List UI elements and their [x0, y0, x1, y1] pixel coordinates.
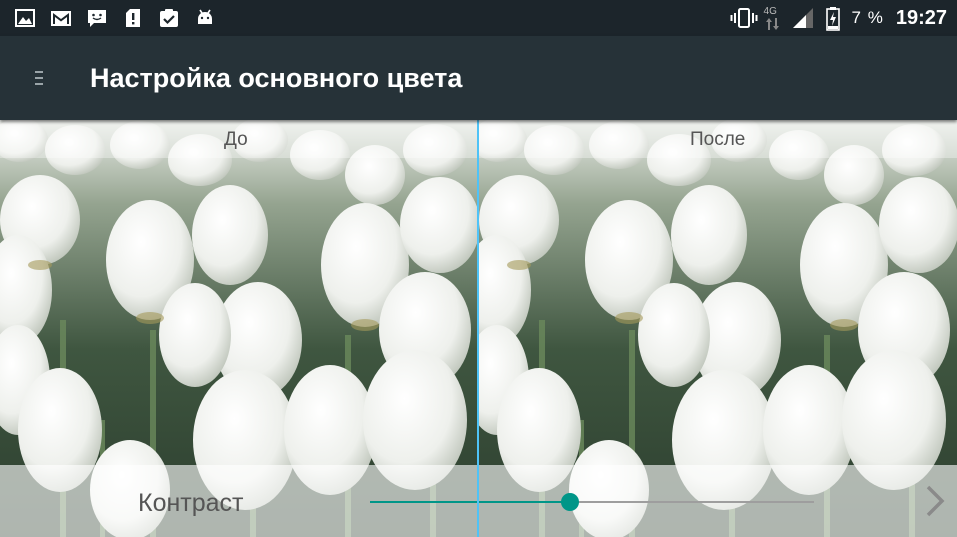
gmail-icon [50, 7, 72, 29]
contrast-label: Контраст [138, 489, 244, 517]
menu-icon[interactable] [22, 58, 56, 98]
sd-card-alert-icon [122, 7, 144, 29]
contrast-slider[interactable] [370, 489, 814, 515]
battery-charging-icon [825, 7, 840, 31]
battery-percent: 7 % [851, 8, 884, 27]
before-label: До [224, 129, 248, 150]
after-label: После [690, 129, 746, 150]
status-bar: 4G 7 % 19:27 [0, 0, 957, 36]
slider-fill [370, 501, 570, 503]
menu-icon-line [35, 77, 43, 79]
android-icon [194, 7, 216, 29]
network-type-label: 4G [763, 6, 777, 17]
data-arrows-icon [765, 18, 779, 30]
app-bar: Настройка основного цвета [0, 36, 957, 120]
image-icon [14, 7, 36, 29]
signal-icon [792, 7, 814, 29]
vibrate-icon [730, 7, 758, 29]
menu-icon-line [35, 71, 43, 73]
chevron-right-icon[interactable] [920, 483, 950, 519]
status-right: 4G 7 % 19:27 [730, 0, 947, 36]
clipboard-check-icon [158, 7, 180, 29]
compare-divider-handle[interactable] [477, 120, 479, 537]
clock: 19:27 [895, 6, 947, 29]
chat-icon [86, 7, 108, 29]
notification-icons [14, 7, 216, 29]
photo-compare-view[interactable]: До После Контраст [0, 120, 957, 537]
slider-thumb[interactable] [560, 493, 579, 511]
menu-icon-line [35, 83, 43, 85]
network-type: 4G [764, 5, 780, 31]
page-title: Настройка основного цвета [90, 63, 463, 93]
